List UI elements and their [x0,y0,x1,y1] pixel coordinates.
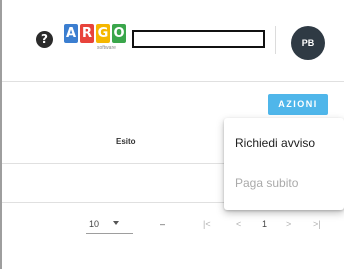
logo-subtitle: software [97,45,116,51]
page-size-select[interactable]: 10 [89,219,99,229]
first-page-icon[interactable]: |< [203,219,211,229]
argo-logo: A R G O software [64,24,126,54]
page-size-underline [86,233,133,234]
paginator: 10 – |< < 1 > >| [0,214,344,234]
search-input[interactable] [132,30,265,48]
prev-page-icon[interactable]: < [236,219,241,229]
help-icon[interactable]: ? [36,31,53,48]
user-avatar[interactable]: PB [291,26,325,60]
page-range-label: – [160,219,166,229]
menu-item-paga-subito: Paga subito [235,176,299,190]
logo-letter-a: A [64,24,78,43]
top-bar: ? A R G O software PB [2,0,344,82]
logo-letter-r: R [80,24,94,43]
menu-item-richiedi-avviso[interactable]: Richiedi avviso [224,124,344,162]
logo-letter-o: O [112,24,126,43]
next-page-icon[interactable]: > [286,219,291,229]
chevron-down-icon[interactable] [113,221,119,225]
logo-letter-g: G [96,24,110,43]
azioni-button[interactable]: AZIONI [268,94,328,115]
header-divider [275,26,276,54]
last-page-icon[interactable]: >| [313,219,321,229]
column-header-esito[interactable]: Esito [116,137,136,146]
actions-menu: Richiedi avviso Paga subito [224,118,344,210]
current-page-number: 1 [262,219,268,229]
